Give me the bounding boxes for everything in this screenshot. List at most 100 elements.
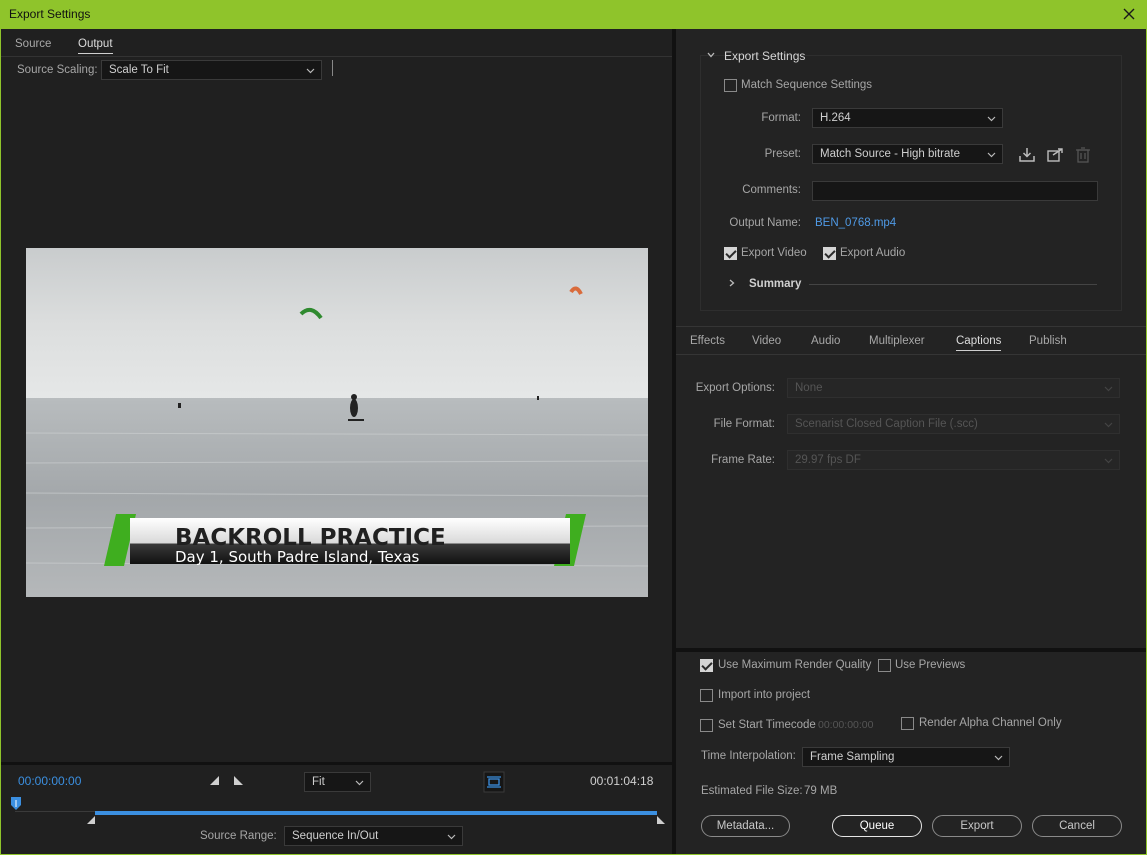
settings-panel: Export Settings Match Sequence Settings …: [676, 29, 1146, 854]
chevron-down-icon: [987, 116, 996, 122]
set-start-timecode-label: Set Start Timecode: [718, 719, 816, 731]
duration: 00:01:04:18: [590, 774, 654, 788]
delete-preset-icon[interactable]: [1075, 146, 1091, 164]
preset-dropdown[interactable]: Match Source - High bitrate: [812, 144, 1003, 164]
work-area-bar[interactable]: [95, 811, 657, 815]
source-scaling-dropdown[interactable]: Scale To Fit: [101, 60, 322, 80]
tab-source[interactable]: Source: [15, 38, 51, 50]
source-range-label: Source Range:: [200, 830, 277, 842]
time-interpolation-value: Frame Sampling: [810, 751, 895, 763]
mark-in-icon[interactable]: [209, 775, 221, 787]
max-render-quality-checkbox[interactable]: [700, 659, 713, 672]
frame-rate-value: 29.97 fps DF: [795, 454, 861, 466]
export-video-label: Export Video: [741, 247, 807, 259]
import-preset-icon[interactable]: [1046, 146, 1064, 164]
use-previews-checkbox[interactable]: [878, 659, 891, 672]
time-interpolation-label: Time Interpolation:: [701, 750, 796, 762]
preset-value: Match Source - High bitrate: [820, 148, 960, 160]
frame-rate-label: Frame Rate:: [711, 454, 775, 466]
source-range-dropdown[interactable]: Sequence In/Out: [284, 826, 463, 846]
format-label: Format:: [761, 112, 801, 124]
output-name-label: Output Name:: [729, 217, 801, 229]
queue-button[interactable]: Queue: [832, 815, 922, 837]
chevron-down-icon: [1104, 386, 1113, 392]
comments-field[interactable]: [812, 181, 1098, 201]
export-video-checkbox[interactable]: [724, 247, 737, 260]
preview-panel: Source Output Source Scaling: Scale To F…: [1, 29, 672, 854]
max-render-quality-label: Use Maximum Render Quality: [718, 659, 872, 671]
zoom-dropdown[interactable]: Fit: [304, 772, 371, 792]
export-audio-checkbox[interactable]: [823, 247, 836, 260]
set-start-timecode-checkbox[interactable]: [700, 719, 713, 732]
render-alpha-checkbox[interactable]: [901, 717, 914, 730]
start-timecode-value[interactable]: 00:00:00:00: [818, 719, 873, 731]
title-bar: Export Settings: [0, 0, 1147, 29]
render-alpha-label: Render Alpha Channel Only: [919, 717, 1062, 729]
timeline-divider: [1, 762, 672, 765]
use-previews-label: Use Previews: [895, 659, 966, 671]
time-interpolation-dropdown[interactable]: Frame Sampling: [802, 747, 1010, 767]
chevron-down-icon: [1104, 458, 1113, 464]
tab-audio[interactable]: Audio: [811, 335, 840, 347]
export-options-value: None: [795, 382, 823, 394]
preset-label: Preset:: [764, 148, 801, 160]
import-project-label: Import into project: [718, 689, 811, 701]
export-options-dropdown[interactable]: None: [787, 378, 1120, 398]
format-dropdown[interactable]: H.264: [812, 108, 1003, 128]
current-time[interactable]: 00:00:00:00: [18, 774, 81, 788]
chevron-down-icon: [447, 834, 456, 840]
source-scaling-label: Source Scaling:: [17, 64, 98, 76]
metadata-button[interactable]: Metadata...: [701, 815, 790, 837]
close-icon[interactable]: [1119, 4, 1139, 24]
comments-label: Comments:: [742, 184, 801, 196]
tab-multiplexer[interactable]: Multiplexer: [869, 335, 925, 347]
file-format-dropdown[interactable]: Scenarist Closed Caption File (.scc): [787, 414, 1120, 434]
file-format-label: File Format:: [713, 418, 775, 430]
expand-chevron-icon[interactable]: [727, 278, 737, 288]
playhead-icon[interactable]: [10, 796, 22, 812]
tab-video[interactable]: Video: [752, 335, 781, 347]
export-button[interactable]: Export: [932, 815, 1022, 837]
frame-rate-dropdown[interactable]: 29.97 fps DF: [787, 450, 1120, 470]
preview-subline: Day 1, South Padre Island, Texas: [175, 548, 420, 566]
tab-divider: [1, 56, 672, 57]
chevron-down-icon: [306, 68, 315, 74]
estimated-size-label: Estimated File Size:: [701, 785, 803, 797]
tab-publish[interactable]: Publish: [1029, 335, 1067, 347]
tab-effects[interactable]: Effects: [690, 335, 725, 347]
cancel-button[interactable]: Cancel: [1032, 815, 1122, 837]
mark-out-icon[interactable]: [233, 775, 245, 787]
tabs-top-border: [676, 326, 1146, 327]
source-scaling-value: Scale To Fit: [109, 64, 169, 76]
chevron-down-icon: [355, 780, 364, 786]
summary-toggle[interactable]: Summary: [749, 278, 801, 290]
source-range-value: Sequence In/Out: [292, 830, 379, 842]
tab-output[interactable]: Output: [78, 38, 113, 54]
video-preview: BACKROLL PRACTICE Day 1, South Padre Isl…: [26, 248, 648, 597]
out-point-handle-icon[interactable]: [656, 815, 666, 825]
bottom-divider: [676, 648, 1146, 652]
match-sequence-checkbox[interactable]: [724, 79, 737, 92]
window-title: Export Settings: [9, 7, 91, 21]
export-settings-title: Export Settings: [724, 49, 806, 63]
save-preset-icon[interactable]: [1018, 146, 1036, 164]
aspect-ratio-icon[interactable]: [483, 771, 505, 793]
chevron-down-icon: [987, 152, 996, 158]
summary-rule: [809, 284, 1097, 285]
chevron-down-icon: [994, 755, 1003, 761]
tabs-bottom-border: [676, 354, 1146, 355]
in-point-handle-icon[interactable]: [86, 815, 96, 825]
file-format-value: Scenarist Closed Caption File (.scc): [795, 418, 978, 430]
collapse-chevron-icon[interactable]: [706, 50, 716, 60]
import-project-checkbox[interactable]: [700, 689, 713, 702]
output-name-link[interactable]: BEN_0768.mp4: [815, 217, 896, 229]
zoom-value: Fit: [312, 776, 325, 788]
export-audio-label: Export Audio: [840, 247, 906, 259]
chevron-down-icon: [1104, 422, 1113, 428]
tab-captions[interactable]: Captions: [956, 335, 1002, 351]
estimated-size-value: 79 MB: [804, 785, 838, 797]
match-sequence-label: Match Sequence Settings: [741, 79, 873, 91]
export-options-label: Export Options:: [695, 382, 775, 394]
toolbar-separator: [332, 60, 333, 76]
format-value: H.264: [820, 112, 851, 124]
